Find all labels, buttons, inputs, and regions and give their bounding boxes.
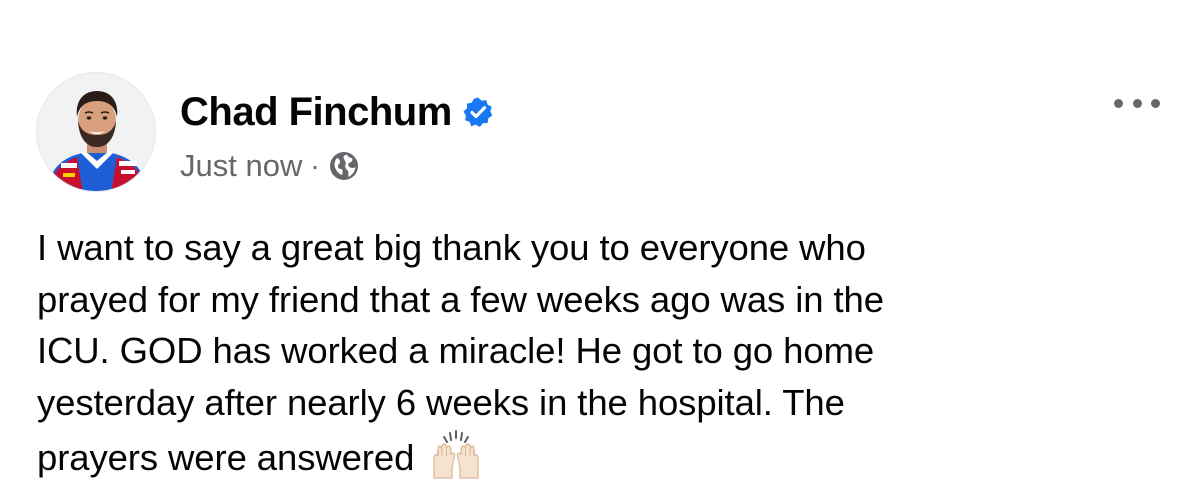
- post-meta: Just now ·: [180, 146, 360, 186]
- driver-portrait-avatar: [37, 73, 155, 191]
- author-name[interactable]: Chad Finchum: [180, 90, 452, 135]
- post-text-line: ICU. GOD has worked a miracle! He got to…: [37, 330, 875, 371]
- post-text-line: I want to say a great big thank you to e…: [37, 227, 866, 268]
- post-text-line: prayers were answered: [37, 437, 415, 478]
- globe-icon[interactable]: [328, 150, 360, 182]
- author-row: Chad Finchum: [180, 86, 494, 138]
- more-dot: [1114, 98, 1123, 108]
- post-header: Chad Finchum Just now ·: [36, 72, 1166, 192]
- meta-separator: ·: [310, 150, 320, 181]
- post-body: I want to say a great big thank you to e…: [37, 222, 1177, 484]
- verified-badge-icon: [462, 96, 494, 128]
- avatar[interactable]: [36, 72, 156, 192]
- post-text-line: yesterday after nearly 6 weeks in the ho…: [37, 381, 845, 423]
- more-dot: [1151, 98, 1160, 108]
- raised-hands-emoji-icon: [428, 428, 484, 484]
- more-options-icon[interactable]: [1114, 94, 1160, 112]
- more-dot: [1132, 98, 1142, 108]
- timestamp[interactable]: Just now: [180, 148, 302, 184]
- post-text-line: prayed for my friend that a few weeks ag…: [37, 278, 884, 320]
